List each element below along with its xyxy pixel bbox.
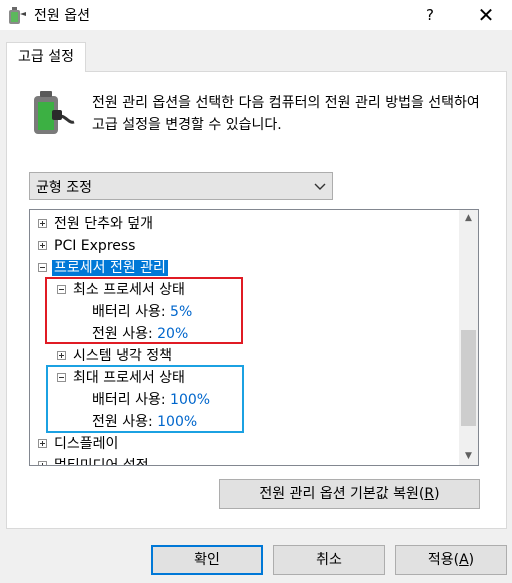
tab-advanced-settings[interactable]: 고급 설정 [6,42,86,72]
power-plan-select[interactable]: 균형 조정 [29,172,333,200]
apply-suffix: ) [468,552,475,568]
max-processor-highlight [46,365,244,433]
expand-icon[interactable] [57,351,66,360]
tree-item-label: 시스템 냉각 정책 [73,348,173,364]
window-title: 전원 옵션 [34,8,90,24]
tree-item-label: PCI Express [54,238,136,254]
scroll-up-arrow-icon[interactable]: ▲ [459,210,478,227]
restore-mnemonic: R [424,486,435,502]
title-bar: 전원 옵션 ? ✕ [0,0,512,30]
battery-plug-icon [34,91,75,134]
expand-icon[interactable] [38,439,47,448]
help-button[interactable]: ? [412,0,448,30]
scroll-down-arrow-icon[interactable]: ▼ [459,448,478,465]
restore-suffix: ) [434,486,440,502]
apply-mnemonic: A [459,552,469,568]
cancel-button[interactable]: 취소 [273,545,385,575]
min-processor-highlight [45,277,243,344]
apply-label: 적용( [427,552,460,568]
restore-label: 전원 관리 옵션 기본값 복원( [259,486,425,502]
tree-scrollbar[interactable]: ▲ ▼ [459,210,478,465]
tree-item-multimedia-settings[interactable]: 멀티미디어 설정 [38,455,149,466]
chevron-down-icon [314,183,326,190]
tree-item-system-cooling-policy[interactable]: 시스템 냉각 정책 [57,345,172,367]
tree-item-pci-express[interactable]: PCI Express [38,235,135,257]
tree-item-processor-power-management[interactable]: 프로세서 전원 관리 [38,257,168,279]
expand-icon[interactable] [38,461,47,465]
scrollbar-thumb[interactable] [461,330,476,426]
restore-defaults-button[interactable]: 전원 관리 옵션 기본값 복원(R) [219,479,480,509]
tree-item-display[interactable]: 디스플레이 [38,433,118,455]
tree-item-label: 전원 단추와 덮개 [54,216,154,232]
tree-item-label: 멀티미디어 설정 [54,458,149,466]
ok-button[interactable]: 확인 [151,545,263,575]
tree-item-label: 디스플레이 [54,436,119,452]
collapse-icon[interactable] [38,263,47,272]
expand-icon[interactable] [38,219,47,228]
apply-button[interactable]: 적용(A) [395,545,507,575]
description-text: 전원 관리 옵션을 선택한 다음 컴퓨터의 전원 관리 방법을 선택하여 고급 … [92,95,480,133]
power-plan-value: 균형 조정 [36,180,92,196]
expand-icon[interactable] [38,241,47,250]
tree-item-label: 프로세서 전원 관리 [52,260,168,276]
close-button[interactable]: ✕ [466,0,506,30]
tree-item-power-buttons-lid[interactable]: 전원 단추와 덮개 [38,213,153,235]
power-options-icon [9,7,26,24]
